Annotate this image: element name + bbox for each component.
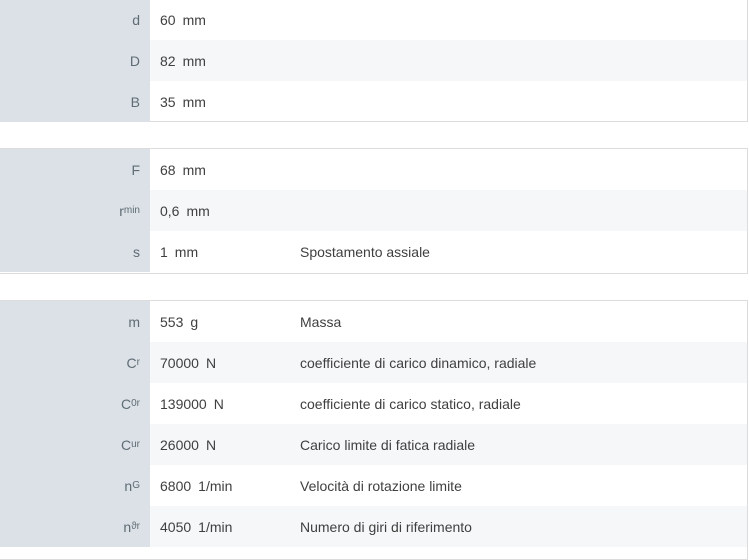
table-row: nG 6800 1/min Velocità di rotazione limit… xyxy=(0,465,747,506)
table-row: m 553 g Massa xyxy=(0,301,747,342)
description-cell: coefficiente di carico dinamico, radiale xyxy=(300,342,747,383)
description-cell: Carico limite di fatica radiale xyxy=(300,424,747,465)
symbol-cell: n ϑr xyxy=(0,506,150,547)
performance-data-table: m 553 g Massa Cr 70000 N coefficiente di c… xyxy=(0,300,748,560)
table-row: n ϑr 4050 1/min Numero di giri di riferime… xyxy=(0,506,747,547)
value-cell: 139000 N xyxy=(160,395,224,412)
symbol-cell: nG xyxy=(0,465,150,506)
table-row: Cr 70000 N coefficiente di carico dinamic… xyxy=(0,342,747,383)
table-row: d 60 mm xyxy=(0,0,747,40)
symbol-cell: F xyxy=(0,149,150,190)
symbol-cell: r min xyxy=(0,190,150,231)
description-cell: Numero di giri di riferimento xyxy=(300,506,747,547)
symbol-cell: Cr xyxy=(0,342,150,383)
value-cell: 68 mm xyxy=(160,161,206,178)
table-row: B 35 mm xyxy=(0,81,747,122)
symbol-cell: C 0r xyxy=(0,383,150,424)
description-cell xyxy=(300,0,747,40)
symbol-cell: s xyxy=(0,231,150,272)
description-cell: Velocità di rotazione limite xyxy=(300,477,462,494)
value-cell: 70000 N xyxy=(150,342,300,383)
value-cell: 6800 1/min xyxy=(160,477,233,494)
symbol-cell: d xyxy=(0,0,150,40)
table-row: Cur 26000 N Carico limite di fatica radia… xyxy=(0,424,747,465)
dimensions-table: d 60 mm D 82 mm B 35 mm xyxy=(0,0,748,122)
table-row: C 0r 139000 N coefficiente di carico stati… xyxy=(0,383,747,424)
value-cell: 4050 1/min xyxy=(150,506,300,547)
description-cell: Spostamento assiale xyxy=(300,243,430,260)
table-row: r min 0,6 mm xyxy=(0,190,747,231)
symbol-cell: m xyxy=(0,301,150,342)
table-row: D 82 mm xyxy=(0,40,747,81)
value-cell: 0,6 mm xyxy=(150,190,300,231)
symbol-cell: D xyxy=(0,40,150,81)
value-cell: 60 mm xyxy=(160,12,206,28)
description-cell: Massa xyxy=(300,313,342,330)
description-cell: coefficiente di carico statico, radiale xyxy=(300,395,521,412)
table-row: s 1 mm Spostamento assiale xyxy=(0,231,747,272)
description-cell xyxy=(300,190,747,231)
description-cell xyxy=(300,81,747,122)
value-cell: 1 mm xyxy=(160,243,199,260)
table-row: F 68 mm xyxy=(0,149,747,190)
value-cell: 82 mm xyxy=(150,40,300,81)
description-cell xyxy=(300,149,747,190)
symbol-cell: Cur xyxy=(0,424,150,465)
value-cell: 26000 N xyxy=(150,424,300,465)
value-cell: 553 g xyxy=(160,313,199,330)
mounting-dimensions-table: F 68 mm r min 0,6 mm s 1 mm Spostamento assi… xyxy=(0,148,748,274)
value-cell: 35 mm xyxy=(160,93,206,110)
symbol-cell: B xyxy=(0,81,150,122)
description-cell xyxy=(300,40,747,81)
